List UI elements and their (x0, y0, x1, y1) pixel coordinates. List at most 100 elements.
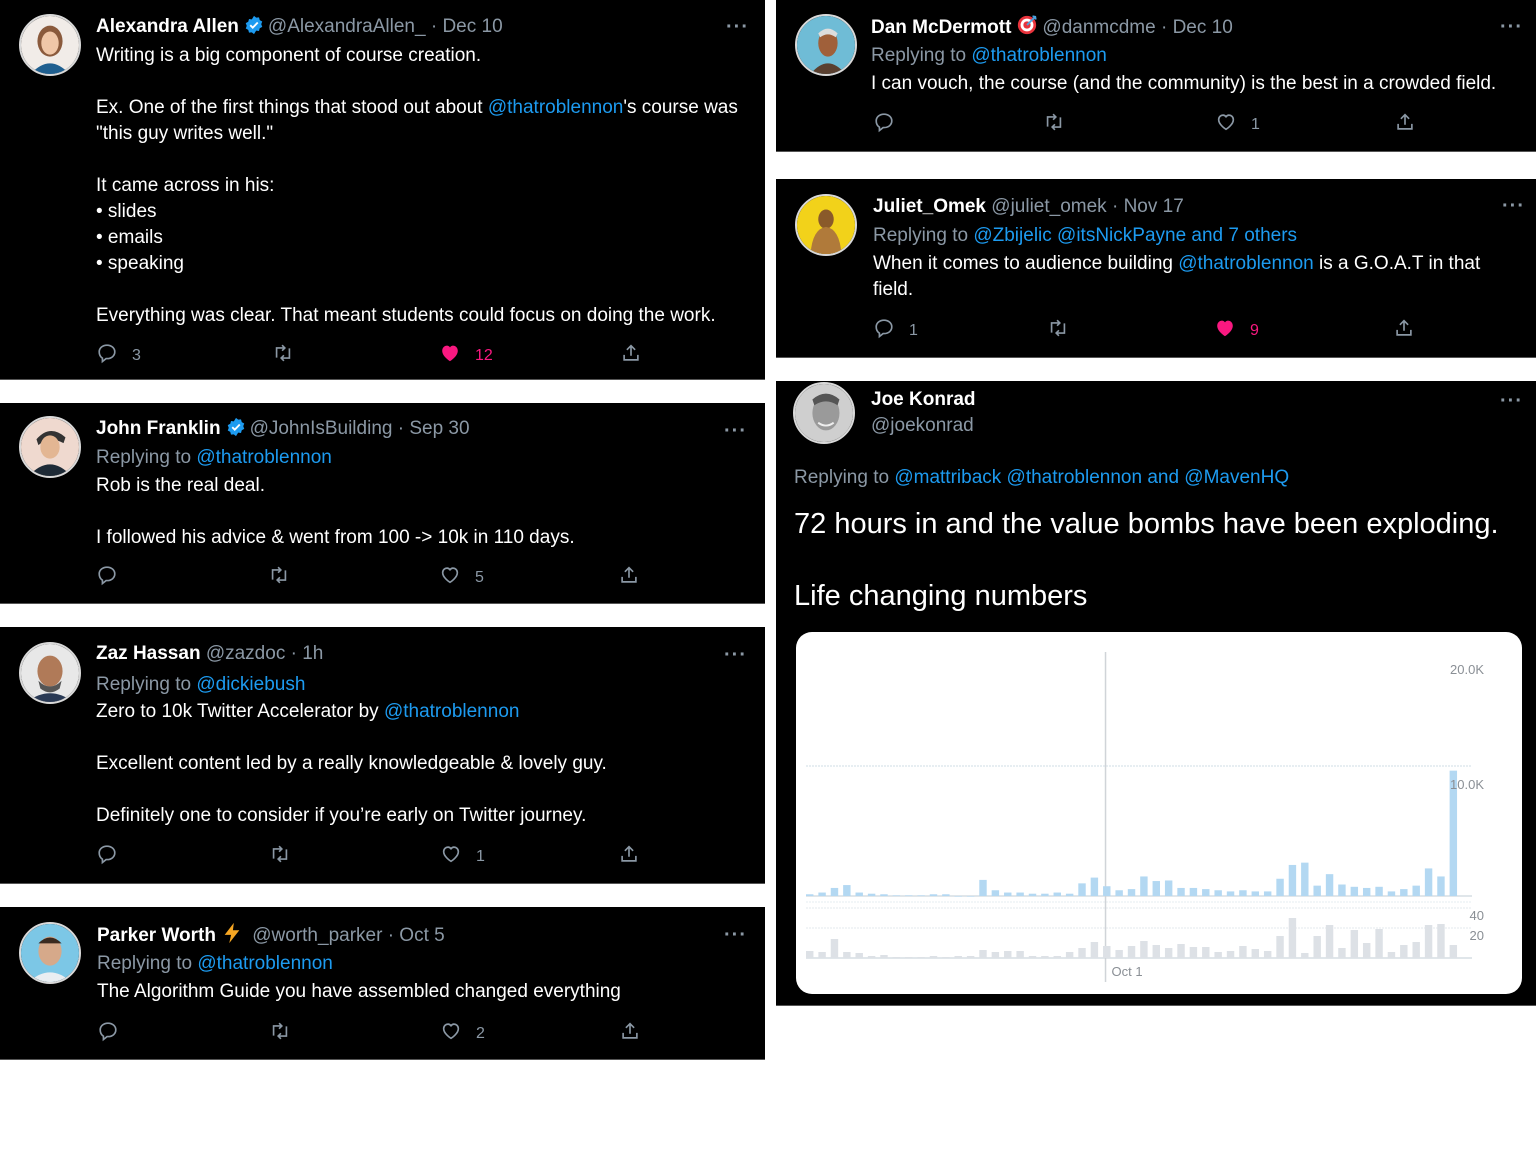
share-button[interactable] (620, 342, 642, 369)
tweet-card[interactable]: Parker Worth @worth_parker · Oct 5 ··· R… (0, 907, 765, 1060)
author-handle[interactable]: @juliet_omek (991, 196, 1106, 217)
avatar[interactable] (19, 922, 81, 984)
author-handle[interactable]: @danmcdme (1042, 17, 1155, 38)
tweet-card[interactable]: John Franklin @JohnIsBuilding · Sep 30 ··… (0, 403, 765, 604)
tweet-card[interactable]: Alexandra Allen @AlexandraAllen_ · Dec 10… (0, 0, 765, 380)
avatar[interactable] (795, 194, 857, 256)
impressions-bar (966, 896, 975, 897)
replying-to-label: Replying to (96, 447, 192, 468)
engagements-bar (954, 956, 962, 958)
share-button[interactable] (618, 564, 640, 591)
avatar[interactable] (793, 382, 855, 444)
replying-to-link[interactable]: @thatroblennon (971, 45, 1107, 66)
like-button[interactable]: 9 (1214, 317, 1259, 344)
engagements-bar (1325, 925, 1334, 958)
author-handle[interactable]: @AlexandraAllen_ (268, 16, 426, 37)
more-options-button[interactable]: ··· (1500, 17, 1523, 37)
author-name[interactable]: Parker Worth (97, 925, 216, 946)
impressions-bar (1350, 886, 1359, 896)
share-button[interactable] (618, 843, 640, 870)
retweet-button[interactable] (268, 564, 304, 591)
like-button[interactable]: 5 (439, 564, 484, 591)
mention-link[interactable]: @thatroblennon (384, 701, 520, 722)
mention-link[interactable]: @thatroblennon (488, 97, 624, 118)
heart-icon (440, 843, 462, 870)
avatar-image (21, 924, 79, 982)
author-name[interactable]: Zaz Hassan (96, 643, 201, 664)
more-options-button[interactable]: ··· (724, 645, 747, 665)
tweet-card[interactable]: Dan McDermott @danmcdme · Dec 10 ··· Repl… (776, 0, 1536, 152)
retweet-icon (268, 564, 290, 591)
y-tick-label: 10.0K (1450, 777, 1484, 792)
author-name[interactable]: Alexandra Allen (96, 16, 239, 37)
retweet-button[interactable] (1047, 317, 1083, 344)
replying-to-link[interactable]: @thatroblennon (196, 447, 332, 468)
reply-button[interactable] (97, 1020, 133, 1047)
avatar[interactable] (19, 14, 81, 76)
tweet-header: Parker Worth @worth_parker · Oct 5 (97, 922, 445, 949)
more-options-button[interactable]: ··· (1500, 391, 1523, 411)
impressions-bar (1375, 886, 1383, 896)
impressions-bar (1164, 880, 1173, 896)
reply-button[interactable]: 3 (96, 342, 141, 369)
impressions-bar (979, 879, 987, 896)
author-handle[interactable]: @joekonrad (871, 415, 974, 436)
author-handle[interactable]: @JohnIsBuilding (250, 418, 393, 439)
author-name[interactable]: Dan McDermott (871, 17, 1011, 38)
share-button[interactable] (1393, 317, 1415, 344)
heart-filled-icon (439, 342, 461, 369)
reply-button[interactable] (96, 564, 132, 591)
retweet-button[interactable] (272, 342, 308, 369)
avatar[interactable] (795, 14, 857, 76)
replying-to-link[interactable]: @mattriback @thatroblennon and @MavenHQ (894, 467, 1289, 488)
tweet-date[interactable]: · 1h (291, 643, 324, 664)
reply-button[interactable] (96, 843, 132, 870)
retweet-button[interactable] (269, 843, 305, 870)
analytics-chart: 10.0K 20.0K 20 40 Oct 1 (806, 652, 1484, 982)
tweet-date[interactable]: · Dec 10 (1161, 17, 1233, 38)
like-button[interactable]: 2 (440, 1020, 485, 1047)
author-handle[interactable]: @worth_parker (252, 925, 382, 946)
share-button[interactable] (1394, 111, 1416, 138)
author-name[interactable]: John Franklin (96, 418, 221, 439)
author-name[interactable]: Joe Konrad (871, 389, 976, 410)
tweet-date[interactable]: · Nov 17 (1112, 196, 1184, 217)
heart-icon (440, 1020, 462, 1047)
retweet-button[interactable] (269, 1020, 305, 1047)
replying-to-link[interactable]: @Zbijelic @itsNickPayne and 7 others (973, 225, 1297, 246)
analytics-chart-image[interactable]: 10.0K 20.0K 20 40 Oct 1 (796, 632, 1522, 994)
replying-to-link[interactable]: @thatroblennon (197, 953, 333, 974)
tweet-body-line (96, 277, 746, 303)
tweet-body-line: Zero to 10k Twitter Accelerator by @that… (96, 701, 520, 722)
retweet-button[interactable] (1043, 111, 1079, 138)
tweet-body-line: When it comes to audience building @that… (873, 253, 1481, 300)
tweet-date[interactable]: · Oct 5 (388, 925, 445, 946)
more-options-button[interactable]: ··· (724, 925, 747, 945)
more-options-button[interactable]: ··· (726, 17, 749, 37)
impressions-bar (1400, 889, 1408, 896)
like-button[interactable]: 12 (439, 342, 493, 369)
more-options-button[interactable]: ··· (1502, 196, 1525, 216)
author-handle[interactable]: @zazdoc (206, 643, 286, 664)
like-button[interactable]: 1 (1215, 111, 1260, 138)
impressions-bar (855, 892, 863, 896)
replying-to-link[interactable]: @dickiebush (196, 674, 305, 695)
mention-link[interactable]: @thatroblennon (1178, 253, 1314, 274)
engagements-bar (1202, 947, 1210, 958)
avatar[interactable] (19, 642, 81, 704)
more-options-button[interactable]: ··· (724, 421, 747, 441)
tweet-body: Writing is a big component of course cre… (96, 43, 746, 329)
reply-button[interactable]: 1 (873, 317, 918, 344)
engagements-bar (1276, 936, 1284, 958)
author-name[interactable]: Juliet_Omek (873, 196, 986, 217)
reply-button[interactable] (873, 111, 909, 138)
tweet-date[interactable]: · Sep 30 (398, 418, 470, 439)
share-button[interactable] (619, 1020, 641, 1047)
engagements-bar (929, 956, 938, 958)
avatar[interactable] (19, 416, 81, 478)
tweet-card[interactable]: Zaz Hassan @zazdoc · 1h ··· Replying to … (0, 627, 765, 884)
tweet-date[interactable]: · Dec 10 (431, 16, 503, 37)
like-button[interactable]: 1 (440, 843, 485, 870)
like-count: 2 (476, 1024, 485, 1042)
tweet-card[interactable]: Juliet_Omek @juliet_omek · Nov 17 ··· Re… (776, 179, 1536, 358)
